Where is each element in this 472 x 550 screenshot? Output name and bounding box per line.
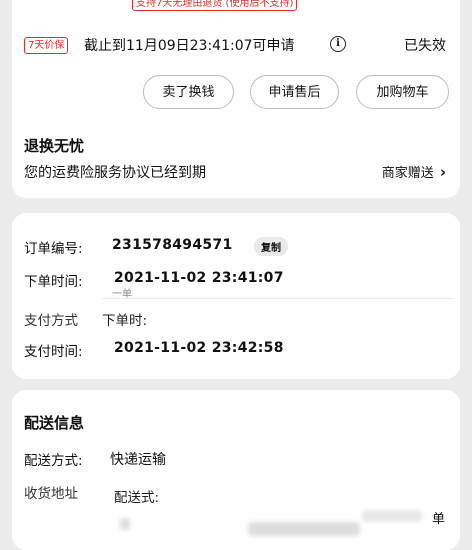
merchant-gift-link[interactable]: 商家赠送 › bbox=[382, 162, 446, 181]
sell-button[interactable]: 卖了换钱 bbox=[143, 75, 234, 109]
delivery-method-value: 快递运输 bbox=[110, 452, 166, 468]
add-to-cart-button[interactable]: 加购物车 bbox=[356, 75, 449, 109]
pay-method-label: 支付方式 bbox=[24, 313, 78, 329]
ghost-tail: 单 bbox=[432, 512, 446, 527]
worry-free-title: 退换无忧 bbox=[24, 137, 85, 155]
order-time: 2021-11-02 23:41:07 bbox=[114, 270, 284, 286]
pay-time: 2021-11-02 23:42:58 bbox=[114, 340, 284, 356]
merchant-gift-label: 商家赠送 bbox=[381, 166, 434, 181]
info-icon[interactable]: i bbox=[330, 36, 346, 52]
order-number: 231578494571 bbox=[112, 237, 233, 253]
delivery-title: 配送信息 bbox=[24, 414, 85, 432]
ghost-label: 下单时: bbox=[102, 313, 148, 329]
order-info-card: 订单编号: 231578494571 复制 下单时间: 2021-11-02 2… bbox=[12, 213, 460, 379]
blur-artifact bbox=[248, 522, 360, 536]
delivery-method-label: 配送方式: bbox=[24, 453, 83, 469]
order-time-label: 下单时间: bbox=[24, 274, 83, 290]
pay-time-label: 支付时间: bbox=[24, 344, 83, 360]
return-policy-tag: 支持7天无理由退货 (使用后不支持) bbox=[132, 0, 298, 11]
chevron-right-icon: › bbox=[439, 163, 446, 181]
price-protect-tag: 7天价保 bbox=[24, 37, 69, 54]
blur-artifact bbox=[362, 510, 422, 522]
blur-artifact bbox=[120, 518, 130, 530]
apply-after-sale-button[interactable]: 申请售后 bbox=[250, 75, 339, 109]
ghost-label: 配送式: bbox=[114, 490, 160, 506]
address-label: 收货地址 bbox=[24, 486, 78, 502]
order-number-label: 订单编号: bbox=[24, 241, 83, 257]
insurance-text: 您的运费险服务协议已经到期 bbox=[24, 165, 206, 181]
copy-button[interactable]: 复制 bbox=[254, 237, 288, 256]
delivery-info-card: 配送信息 配送方式: 快递运输 收货地址 配送式: 单 bbox=[12, 390, 460, 550]
after-sale-card: 支持7天无理由退货 (使用后不支持) 7天价保 截止到11月09日23:41:0… bbox=[12, 0, 460, 198]
status-label: 已失效 bbox=[404, 38, 446, 54]
divider bbox=[102, 298, 454, 299]
deadline-text: 截止到11月09日23:41:07可申请 bbox=[84, 38, 295, 54]
